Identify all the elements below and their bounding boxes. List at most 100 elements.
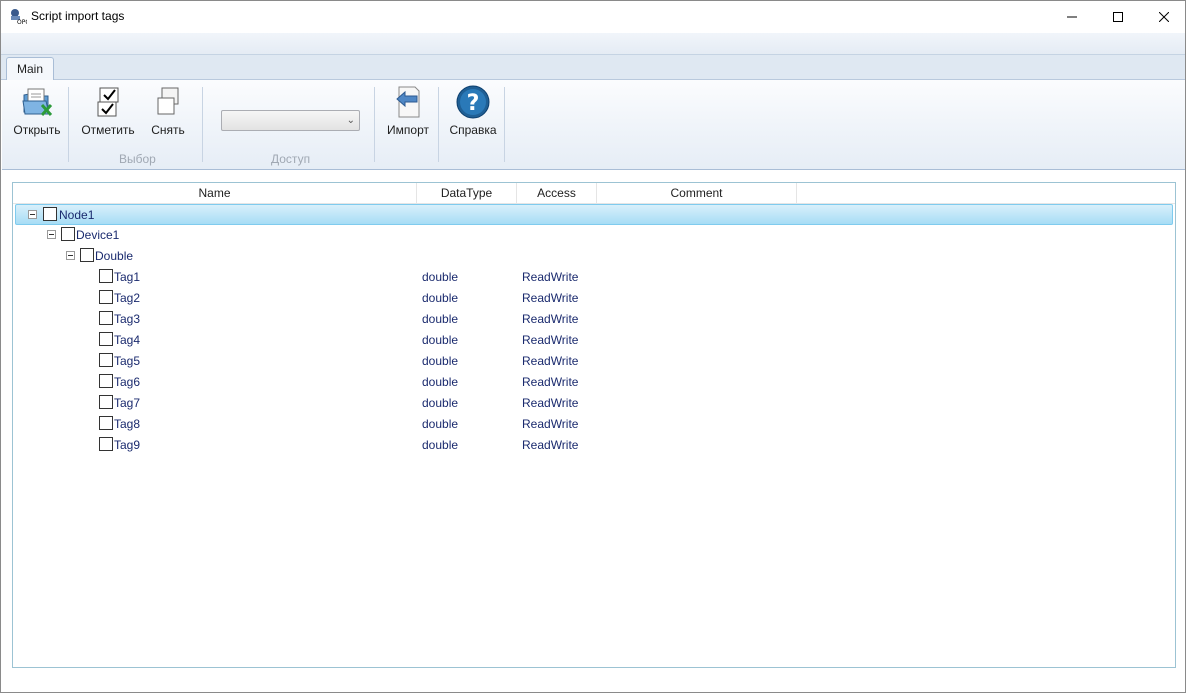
tag-access: ReadWrite (522, 333, 579, 347)
tag-name: Tag2 (114, 291, 141, 305)
window-title: Script import tags (31, 9, 125, 23)
tag-name: Tag8 (114, 417, 141, 431)
tag-datatype: double (422, 291, 459, 305)
tag-row[interactable]: Tag4 double ReadWrite (13, 330, 1175, 351)
tag-datatype: double (422, 417, 459, 431)
tag-access: ReadWrite (522, 417, 579, 431)
open-button-label: Открыть (13, 123, 61, 137)
mark-all-button[interactable]: Отметить (80, 84, 136, 144)
folder-label: Double (95, 249, 134, 263)
check-all-icon (97, 87, 119, 117)
open-file-excel-icon (22, 88, 53, 117)
import-arrow-icon (396, 86, 420, 118)
tag-row[interactable]: Tag9 double ReadWrite (13, 435, 1175, 456)
tag-checkbox[interactable] (99, 437, 113, 451)
node-checkbox[interactable] (43, 207, 57, 221)
tag-row[interactable]: Tag1 double ReadWrite (13, 267, 1175, 288)
tag-checkbox[interactable] (99, 374, 113, 388)
tag-row[interactable]: Tag6 double ReadWrite (13, 372, 1175, 393)
ribbon-quick-bar (1, 33, 1185, 55)
tag-checkbox[interactable] (99, 416, 113, 430)
tag-checkbox[interactable] (99, 269, 113, 283)
tag-checkbox[interactable] (99, 353, 113, 367)
tag-datatype: double (422, 354, 459, 368)
tag-name: Tag3 (114, 312, 141, 326)
tag-row[interactable]: Tag3 double ReadWrite (13, 309, 1175, 330)
tag-access: ReadWrite (522, 396, 579, 410)
unmark-all-button-label: Снять (151, 123, 185, 137)
ribbon-tabstrip (1, 54, 1185, 80)
help-button[interactable]: ? Справка (447, 84, 499, 144)
tag-datatype: double (422, 333, 459, 347)
tag-access: ReadWrite (522, 375, 579, 389)
tag-checkbox[interactable] (99, 311, 113, 325)
grid-header: Name DataType Access Comment (13, 183, 1175, 204)
access-combobox[interactable]: ⌄ (221, 110, 360, 131)
tab-main[interactable]: Main (6, 57, 54, 81)
column-header-access[interactable]: Access (517, 183, 597, 204)
tag-row[interactable]: Tag5 double ReadWrite (13, 351, 1175, 372)
maximize-button[interactable] (1095, 1, 1141, 33)
tag-name: Tag7 (114, 396, 141, 410)
group-separator (504, 87, 505, 162)
app-window: OPC Script import tags Main Откры (0, 0, 1186, 693)
tag-checkbox[interactable] (99, 395, 113, 409)
tag-checkbox[interactable] (99, 290, 113, 304)
open-button[interactable]: Открыть (11, 84, 63, 144)
device-label: Device1 (76, 228, 120, 242)
tree-row-folder[interactable]: Double (13, 246, 1175, 267)
tag-row[interactable]: Tag8 double ReadWrite (13, 414, 1175, 435)
tag-datatype: double (422, 396, 459, 410)
collapse-icon[interactable] (47, 230, 56, 239)
node-label: Node1 (59, 208, 95, 222)
tag-access: ReadWrite (522, 270, 579, 284)
tag-name: Tag5 (114, 354, 141, 368)
help-icon: ? (456, 85, 490, 119)
title-bar[interactable]: OPC Script import tags (1, 1, 1185, 33)
minimize-button[interactable] (1049, 1, 1095, 33)
opc-app-icon: OPC (11, 9, 27, 25)
import-button-label: Импорт (387, 123, 429, 137)
tag-access: ReadWrite (522, 291, 579, 305)
group-separator (202, 87, 203, 162)
tag-row[interactable]: Tag2 double ReadWrite (13, 288, 1175, 309)
group-separator (438, 87, 439, 162)
collapse-icon[interactable] (66, 251, 75, 260)
help-button-label: Справка (449, 123, 497, 137)
tag-datatype: double (422, 270, 459, 284)
mark-all-button-label: Отметить (81, 123, 135, 137)
tree-row-device[interactable]: Device1 (13, 225, 1175, 246)
tree-row-node[interactable]: Node1 (15, 204, 1173, 225)
chevron-down-icon: ⌄ (346, 115, 355, 126)
tag-name: Tag4 (114, 333, 141, 347)
group-label-access: Доступ (271, 152, 311, 166)
unmark-all-button[interactable]: Снять (148, 84, 188, 144)
close-button[interactable] (1141, 1, 1186, 33)
device-checkbox[interactable] (61, 227, 75, 241)
tag-access: ReadWrite (522, 438, 579, 452)
tag-checkbox[interactable] (99, 332, 113, 346)
tag-datatype: double (422, 375, 459, 389)
tag-access: ReadWrite (522, 354, 579, 368)
tag-datatype: double (422, 312, 459, 326)
svg-text:?: ? (467, 91, 480, 116)
folder-checkbox[interactable] (80, 248, 94, 262)
collapse-icon[interactable] (28, 210, 37, 219)
tag-datatype: double (422, 438, 459, 452)
minimize-icon (1067, 16, 1077, 18)
tag-name: Tag1 (114, 270, 141, 284)
tag-access: ReadWrite (522, 312, 579, 326)
group-label-selection: Выбор (119, 152, 156, 166)
import-button[interactable]: Импорт (384, 84, 432, 144)
svg-text:OPC: OPC (17, 19, 27, 25)
tag-name: Tag9 (114, 438, 141, 452)
column-header-name[interactable]: Name (13, 183, 417, 204)
column-header-comment[interactable]: Comment (597, 183, 797, 204)
tag-row[interactable]: Tag7 double ReadWrite (13, 393, 1175, 414)
maximize-icon (1113, 12, 1123, 22)
column-header-datatype[interactable]: DataType (417, 183, 517, 204)
uncheck-all-icon (157, 87, 179, 115)
tags-tree-grid[interactable]: Name DataType Access Comment Node1 Devic… (12, 182, 1176, 668)
close-icon (1159, 12, 1169, 22)
tag-name: Tag6 (114, 375, 141, 389)
